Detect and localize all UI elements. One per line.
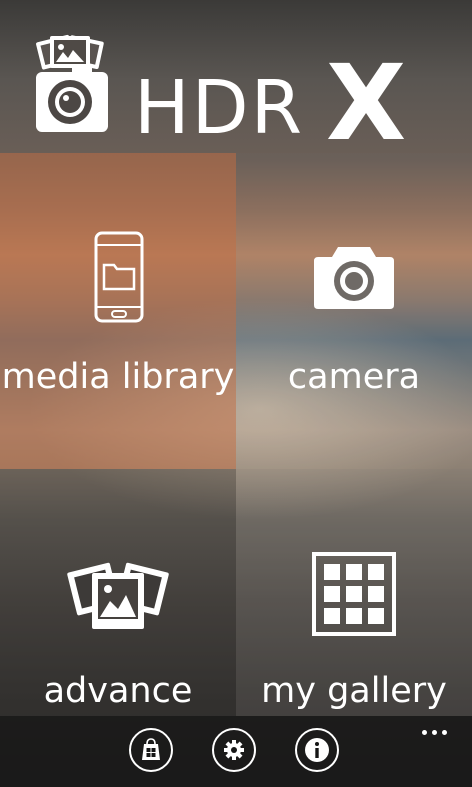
more-button[interactable] xyxy=(420,726,452,740)
app-title: HDR X xyxy=(134,51,408,155)
info-icon xyxy=(305,738,329,762)
tile-advance[interactable]: advance xyxy=(0,469,236,716)
tile-label: camera xyxy=(287,357,421,397)
tile-camera[interactable]: camera xyxy=(236,153,472,469)
ellipsis-icon xyxy=(432,730,437,735)
tile-media-library[interactable]: media library xyxy=(0,153,236,469)
info-button[interactable] xyxy=(295,728,339,772)
photo-stack-icon xyxy=(67,562,169,629)
store-button[interactable] xyxy=(129,728,173,772)
tile-label: media library xyxy=(1,357,235,397)
app-title-suffix: X xyxy=(326,42,409,164)
settings-gear-icon xyxy=(224,740,244,760)
app-header: HDR X xyxy=(0,0,472,155)
ellipsis-icon xyxy=(442,730,447,735)
app-title-text: HDR xyxy=(134,65,305,151)
camera-with-photos-icon xyxy=(36,34,108,132)
app-bar xyxy=(0,716,472,787)
settings-button[interactable] xyxy=(212,728,256,772)
tile-label: my gallery xyxy=(261,671,447,711)
grid-icon xyxy=(312,552,396,636)
camera-icon xyxy=(314,247,394,309)
phone-folder-icon xyxy=(94,231,144,323)
store-icon xyxy=(142,738,160,760)
tile-label: advance xyxy=(43,671,193,711)
tile-my-gallery[interactable]: my gallery xyxy=(236,469,472,716)
ellipsis-icon xyxy=(422,730,427,735)
